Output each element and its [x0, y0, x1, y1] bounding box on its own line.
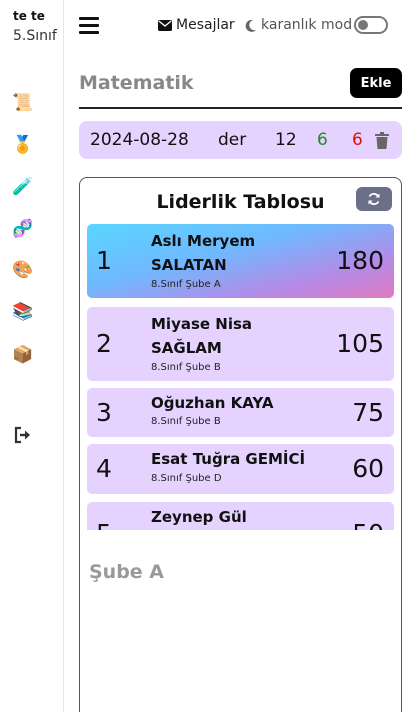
- leaderboard-rank: 4: [96, 454, 112, 483]
- leaderboard-rank: 2: [96, 329, 112, 358]
- leaderboard-name: Zeynep Gül: [151, 508, 247, 526]
- leaderboard-list[interactable]: 1 Aslı Meryem SALATAN 8.Sınıf Şube A 180…: [87, 224, 394, 530]
- bookshelf-icon[interactable]: 📚: [10, 301, 36, 323]
- award-medal-icon[interactable]: 🏅: [10, 134, 36, 156]
- leaderboard-item: 4 Esat Tuğra GEMİCİ 8.Sınıf Şube D 60: [87, 444, 394, 494]
- dark-mode-label: karanlık mod: [261, 17, 353, 33]
- record-row: 2024-08-28 der 12 6 6: [79, 121, 402, 159]
- menu-hamburger-icon[interactable]: [79, 17, 99, 35]
- leaderboard-name-line2: SAĞLAM: [151, 339, 222, 357]
- leaderboard-name: Miyase Nisa: [151, 315, 253, 333]
- leaderboard-score: 60: [352, 454, 384, 483]
- leaderboard-rank: 1: [96, 246, 112, 275]
- envelope-icon: [158, 19, 172, 31]
- refresh-button[interactable]: [356, 187, 392, 211]
- record-correct: 6: [317, 130, 328, 150]
- moon-icon: [245, 19, 256, 32]
- book-stack-icon[interactable]: 📦: [10, 344, 36, 366]
- add-button[interactable]: Ekle: [350, 68, 402, 98]
- messages-label: Mesajlar: [176, 17, 235, 33]
- logout-icon[interactable]: [10, 424, 36, 446]
- refresh-icon: [368, 193, 380, 205]
- leaderboard-name: Aslı Meryem: [151, 232, 256, 250]
- record-total: 12: [275, 130, 297, 150]
- leaderboard-item: 2 Miyase Nisa SAĞLAM 8.Sınıf Şube B 105: [87, 307, 394, 381]
- leaderboard-score: 105: [336, 329, 384, 358]
- record-date: 2024-08-28: [90, 130, 189, 150]
- leaderboard-name-line2: SALATAN: [151, 256, 227, 274]
- sidebar: te te 5.Sınıf 📜 🏅 🧪 🧬 🎨 📚 📦: [0, 0, 64, 712]
- leaderboard-score: 50: [352, 519, 384, 530]
- section-title: Şube A: [89, 561, 165, 583]
- dark-mode-label-group: karanlık mod: [245, 17, 352, 33]
- certificate-icon[interactable]: 📜: [10, 92, 36, 114]
- trash-icon[interactable]: [375, 132, 389, 149]
- leaderboard-title: Liderlik Tablosu: [156, 191, 325, 213]
- leaderboard-item: 5 Zeynep Gül 50: [87, 502, 394, 530]
- record-lesson: der: [218, 130, 247, 150]
- leaderboard-item: 3 Oğuzhan KAYA 8.Sınıf Şube B 75: [87, 388, 394, 437]
- user-class: 5.Sınıf: [13, 28, 57, 44]
- leaderboard-panel: Liderlik Tablosu 1 Aslı Meryem SALATAN 8…: [79, 177, 402, 712]
- leaderboard-class: 8.Sınıf Şube A: [151, 279, 221, 290]
- leaderboard-class: 8.Sınıf Şube D: [151, 473, 222, 484]
- art-palette-icon[interactable]: 🎨: [10, 259, 36, 281]
- dark-mode-toggle[interactable]: [354, 16, 388, 34]
- leaderboard-name: Esat Tuğra GEMİCİ: [151, 450, 306, 468]
- messages-link[interactable]: Mesajlar: [158, 17, 235, 33]
- leaderboard-class: 8.Sınıf Şube B: [151, 416, 221, 427]
- leaderboard-rank: 5: [96, 519, 112, 530]
- flask-icon[interactable]: 🧪: [10, 176, 36, 198]
- leaderboard-class: 8.Sınıf Şube B: [151, 362, 221, 373]
- subject-title: Matematik: [79, 72, 194, 94]
- leaderboard-item: 1 Aslı Meryem SALATAN 8.Sınıf Şube A 180: [87, 224, 394, 298]
- dna-icon[interactable]: 🧬: [10, 218, 36, 240]
- user-name: te te: [13, 9, 45, 23]
- leaderboard-name: Oğuzhan KAYA: [151, 394, 274, 412]
- leaderboard-score: 180: [336, 246, 384, 275]
- divider: [79, 107, 402, 109]
- leaderboard-rank: 3: [96, 398, 112, 427]
- leaderboard-score: 75: [352, 398, 384, 427]
- record-wrong: 6: [352, 130, 363, 150]
